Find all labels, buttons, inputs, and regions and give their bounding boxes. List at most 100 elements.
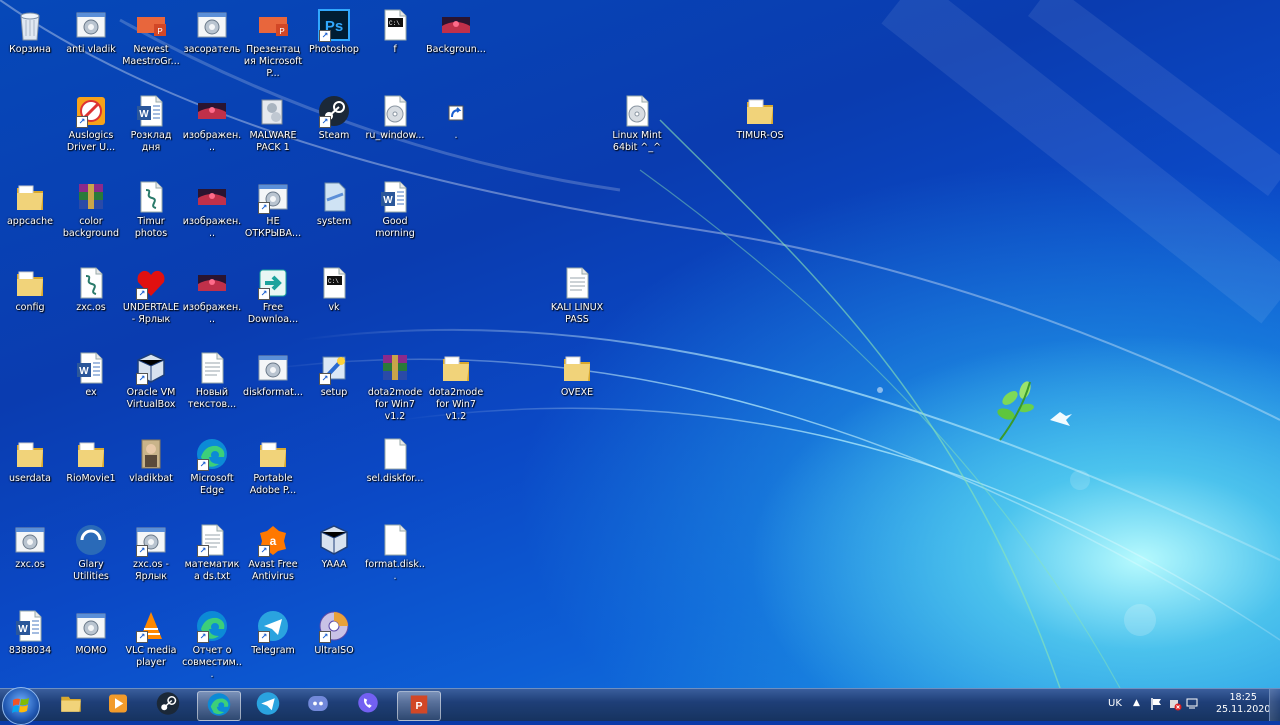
desktop-icon[interactable]: изображен...	[181, 180, 243, 240]
desktop-icon[interactable]: MOMO	[60, 609, 122, 657]
folder-icon	[74, 437, 108, 471]
desktop-icon[interactable]: KALI LINUX PASS	[546, 266, 608, 326]
desktop-icon[interactable]: изображен...	[181, 94, 243, 154]
desktop-icon-label: изображен...	[182, 130, 242, 153]
desktop-icon[interactable]: config	[0, 266, 61, 314]
desktop-icon[interactable]: zxc.os	[60, 266, 122, 314]
desktop-icon-label: KALI LINUX PASS	[550, 302, 604, 325]
desktop-icon[interactable]: ↗ UltraISO	[303, 609, 365, 657]
taskbar-button-steam[interactable]	[147, 691, 189, 719]
desktop-icon-label: Отчет о совместим...	[182, 645, 242, 680]
desktop-icon[interactable]: ↗ Auslogics Driver U...	[60, 94, 122, 154]
desktop-icon[interactable]: ↗ VLC media player	[120, 609, 182, 669]
desktop-icon-label: Презентация Microsoft P...	[243, 44, 303, 79]
desktop-icon[interactable]: W Розклад дня	[120, 94, 182, 154]
show-desktop-button[interactable]	[1269, 689, 1280, 721]
desktop-icon[interactable]: userdata	[0, 437, 61, 485]
desktop-icon[interactable]: TIMUR-OS	[729, 94, 791, 142]
tray-overflow-icon[interactable]: ▲	[1133, 698, 1140, 708]
desktop-icon[interactable]: Новый текстов...	[181, 351, 243, 411]
desktop-icon[interactable]: .	[425, 94, 487, 142]
desktop-icon-label: Glary Utilities	[73, 559, 109, 582]
taskbar-button-explorer[interactable]	[50, 691, 92, 719]
desktop-icon[interactable]: a ↗ Avast Free Antivirus	[242, 523, 304, 583]
desktop-icon[interactable]: format.disk...	[364, 523, 426, 583]
desktop-icon[interactable]: dota2mode for Win7 v1.2	[364, 351, 426, 423]
language-indicator[interactable]: UK	[1108, 698, 1122, 709]
desktop-icon[interactable]: sel.diskfor...	[364, 437, 426, 485]
desktop-icon[interactable]: ↗ UNDERTALE - Ярлык	[120, 266, 182, 326]
desktop-icon[interactable]: засоратель	[181, 8, 243, 56]
taskbar-button-viber[interactable]	[347, 691, 389, 719]
action-center-flag-icon[interactable]	[1150, 697, 1164, 714]
desktop-icon[interactable]: Wex	[60, 351, 122, 399]
desktop-icon[interactable]: dota2mode for Win7 v1.2	[425, 351, 487, 423]
desktop-icon-label: Microsoft Edge	[190, 473, 234, 496]
desktop-icon[interactable]: W Good morning	[364, 180, 426, 240]
desktop-icon[interactable]: color background	[60, 180, 122, 240]
discord-icon	[305, 691, 331, 720]
desktop-icon[interactable]: ↗ математика ds.txt	[181, 523, 243, 583]
taskbar-button-powerpoint[interactable]: P	[397, 691, 441, 721]
desktop-icon-label: математика ds.txt	[184, 559, 240, 582]
desktop-icon[interactable]: ↗ Steam	[303, 94, 365, 142]
network-error-icon[interactable]	[1168, 697, 1182, 714]
folder-icon	[13, 180, 47, 214]
image-file-icon	[195, 94, 229, 128]
desktop-icon[interactable]: RioMovie1	[60, 437, 122, 485]
shortcut-icon	[439, 94, 473, 128]
desktop-icon[interactable]: MALWARE PACK 1	[242, 94, 304, 154]
desktop-icon-label: Newest MaestroGr...	[122, 44, 180, 67]
desktop-icon[interactable]: C:\ vk	[303, 266, 365, 314]
desktop-icon-label: dota2mode for Win7 v1.2	[428, 387, 484, 422]
glary-icon	[74, 523, 108, 557]
desktop-icon[interactable]: Portable Adobe P...	[242, 437, 304, 497]
desktop-icon[interactable]: ↗ Free Downloa...	[242, 266, 304, 326]
taskbar-button-media-player[interactable]	[97, 691, 139, 719]
desktop-icon[interactable]: ↗ Oracle VM VirtualBox	[120, 351, 182, 411]
gear-file-icon	[195, 8, 229, 42]
desktop-icon-label: system	[316, 216, 352, 227]
desktop-icon[interactable]: ↗ Telegram	[242, 609, 304, 657]
desktop-icon[interactable]: W 8388034	[0, 609, 61, 657]
shortcut-arrow-icon: ↗	[136, 373, 148, 385]
desktop-icon[interactable]: diskformat...	[242, 351, 304, 399]
svg-text:P: P	[279, 27, 284, 36]
ultraiso-icon: ↗	[317, 609, 351, 643]
desktop-icon[interactable]: Linux Mint 64bit ^_^	[606, 94, 668, 154]
desktop-icon-label: ru_window...	[365, 130, 425, 141]
desktop-icon[interactable]: YAAA	[303, 523, 365, 571]
desktop-icon[interactable]: Корзина	[0, 8, 61, 56]
desktop-icon[interactable]: ↗ Отчет о совместим...	[181, 609, 243, 681]
generic-file-icon	[317, 180, 351, 214]
desktop-icon[interactable]: ↗ setup	[303, 351, 365, 399]
taskbar-button-telegram[interactable]	[247, 691, 289, 719]
desktop-icon[interactable]: ru_window...	[364, 94, 426, 142]
text-file-icon: ↗	[195, 523, 229, 557]
desktop-icon[interactable]: vladikbat	[120, 437, 182, 485]
desktop-icon[interactable]: P Newest MaestroGr...	[120, 8, 182, 68]
volume-icon[interactable]	[1186, 697, 1200, 714]
desktop-icon[interactable]: Ps ↗ Photoshop	[303, 8, 365, 56]
desktop-icon[interactable]: anti vladik	[60, 8, 122, 56]
desktop-icon[interactable]: OVEXE	[546, 351, 608, 399]
desktop-icon[interactable]: appcache	[0, 180, 61, 228]
script-file-icon	[74, 266, 108, 300]
start-button[interactable]	[2, 687, 40, 725]
taskbar-button-discord[interactable]	[297, 691, 339, 719]
desktop-icon[interactable]: system	[303, 180, 365, 228]
desktop-icon[interactable]: C:\ f	[364, 8, 426, 56]
svg-text:a: a	[270, 534, 277, 548]
desktop-icon[interactable]: ↗ zxc.os - Ярлык	[120, 523, 182, 583]
desktop-icon[interactable]: Timur photos	[120, 180, 182, 240]
desktop-icon[interactable]: изображен...	[181, 266, 243, 326]
desktop-icon[interactable]: ↗ Microsoft Edge	[181, 437, 243, 497]
gear-file-icon	[256, 351, 290, 385]
desktop-icon[interactable]: Backgroun...	[425, 8, 487, 56]
desktop-icon[interactable]: ↗ НЕ ОТКРЫВА...	[242, 180, 304, 240]
desktop-icon[interactable]: Glary Utilities	[60, 523, 122, 583]
taskbar-button-edge[interactable]	[197, 691, 241, 721]
desktop-icon[interactable]: zxc.os	[0, 523, 61, 571]
desktop-icon[interactable]: P Презентация Microsoft P...	[242, 8, 304, 80]
clock[interactable]: 18:25 25.11.2020	[1216, 692, 1270, 716]
